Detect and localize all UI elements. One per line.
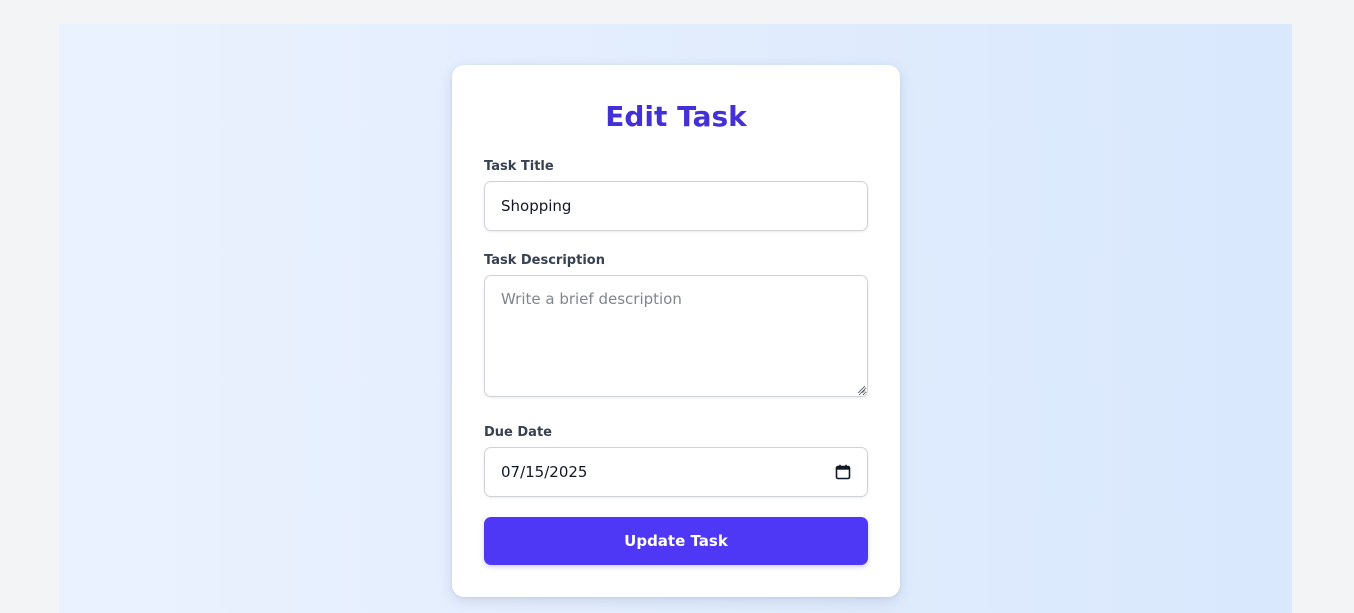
due-date-input[interactable]: 07/15/2025 <box>484 447 868 497</box>
update-task-button[interactable]: Update Task <box>484 517 868 565</box>
edit-task-card: Edit Task Task Title Task Description Du… <box>452 65 900 597</box>
due-date-value[interactable]: 07/15/2025 <box>501 463 587 481</box>
page-title: Edit Task <box>605 100 747 133</box>
task-title-label: Task Title <box>484 159 554 174</box>
task-description-label: Task Description <box>484 253 605 268</box>
task-title-input[interactable] <box>484 181 868 231</box>
calendar-icon[interactable] <box>835 464 851 480</box>
due-date-label: Due Date <box>484 425 552 440</box>
task-description-textarea[interactable] <box>484 275 868 397</box>
